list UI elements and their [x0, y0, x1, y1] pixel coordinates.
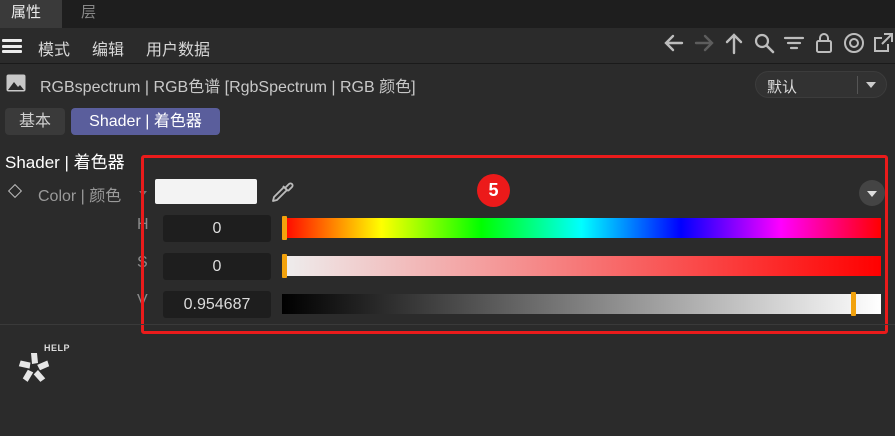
menu-mode[interactable]: 模式 [38, 36, 70, 60]
arrow-right-icon[interactable] [692, 30, 716, 56]
preset-dropdown-label: 默认 [767, 79, 798, 96]
arrow-up-icon[interactable] [722, 30, 746, 56]
section-title: Shader | 着色器 [5, 153, 125, 172]
tab-shader[interactable]: Shader | 着色器 [71, 108, 220, 135]
menu-edit[interactable]: 编辑 [92, 36, 124, 60]
divider [0, 63, 895, 64]
preset-dropdown[interactable]: 默认 [755, 71, 887, 98]
tab-attributes[interactable]: 属性 [0, 0, 62, 28]
tab-basic[interactable]: 基本 [5, 108, 65, 135]
tab-layers[interactable]: 层 [70, 0, 107, 28]
lock-icon[interactable] [812, 30, 836, 56]
top-tab-bar: 属性 层 [0, 0, 895, 28]
hamburger-menu-icon[interactable] [2, 39, 22, 53]
object-title: RGBspectrum | RGB色谱 [RgbSpectrum | RGB 颜… [40, 79, 416, 96]
search-icon[interactable] [752, 30, 776, 56]
divider [0, 324, 895, 325]
color-label: Color | 颜色 [38, 188, 122, 205]
external-link-icon[interactable] [871, 30, 895, 56]
filter-icon[interactable] [782, 30, 806, 56]
image-icon [6, 74, 26, 92]
keyframe-diamond-icon[interactable] [7, 183, 23, 199]
menu-bar: 模式 编辑 用户数据 [0, 30, 895, 62]
menu-user-data[interactable]: 用户数据 [146, 36, 210, 60]
dropdown-separator [857, 76, 858, 94]
chevron-down-icon [866, 82, 876, 88]
arrow-left-icon[interactable] [662, 30, 686, 56]
target-icon[interactable] [842, 30, 866, 56]
highlight-box [141, 155, 888, 334]
help-label: HELP [44, 343, 71, 353]
